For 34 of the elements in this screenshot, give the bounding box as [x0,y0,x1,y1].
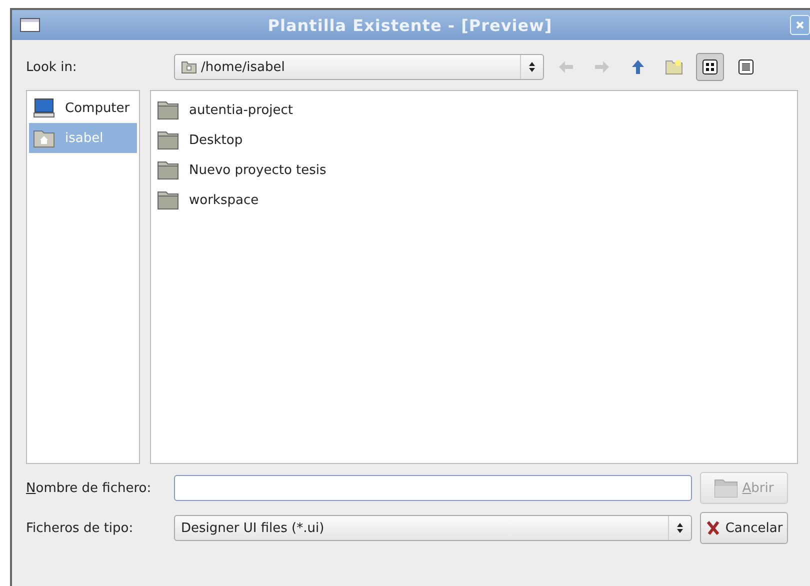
folder-icon [714,478,738,498]
computer-icon [33,98,55,118]
file-name-field[interactable] [174,475,692,501]
cancel-button[interactable]: Cancelar [700,512,788,544]
up-down-arrows-icon [528,61,536,73]
close-button[interactable] [790,15,810,35]
left-arrow-icon [558,60,574,74]
folder-item[interactable]: Desktop [157,125,791,155]
right-arrow-icon [594,60,610,74]
new-folder-icon [665,59,683,75]
folder-icon [157,160,179,180]
window-icon [20,18,40,32]
file-name-label: Nombre de fichero: [26,480,152,496]
folder-icon [157,100,179,120]
file-type-dropdown[interactable]: Designer UI files (*.ui) [174,515,692,541]
folder-icon [181,60,197,74]
folder-icon [157,130,179,150]
window-title: Plantilla Existente - [Preview] [266,16,554,34]
cross-icon [705,520,722,536]
place-item[interactable]: Computer [29,93,137,123]
icon-view-button[interactable] [696,53,724,81]
folder-item[interactable]: autentia-project [157,95,791,125]
list-view-icon [738,59,754,75]
home-folder-icon [33,128,55,148]
look-in-dropdown[interactable]: /home/isabel [174,54,544,80]
file-type-label: Ficheros de tipo: [26,520,134,536]
look-in-label: Look in: [26,60,78,74]
folder-item[interactable]: workspace [157,185,791,215]
folder-item[interactable]: Nuevo proyecto tesis [157,155,791,185]
up-down-arrows-icon [676,522,684,534]
grid-view-icon [702,59,718,75]
up-arrow-icon [631,59,645,75]
folder-icon [157,190,179,210]
close-icon [795,20,805,30]
